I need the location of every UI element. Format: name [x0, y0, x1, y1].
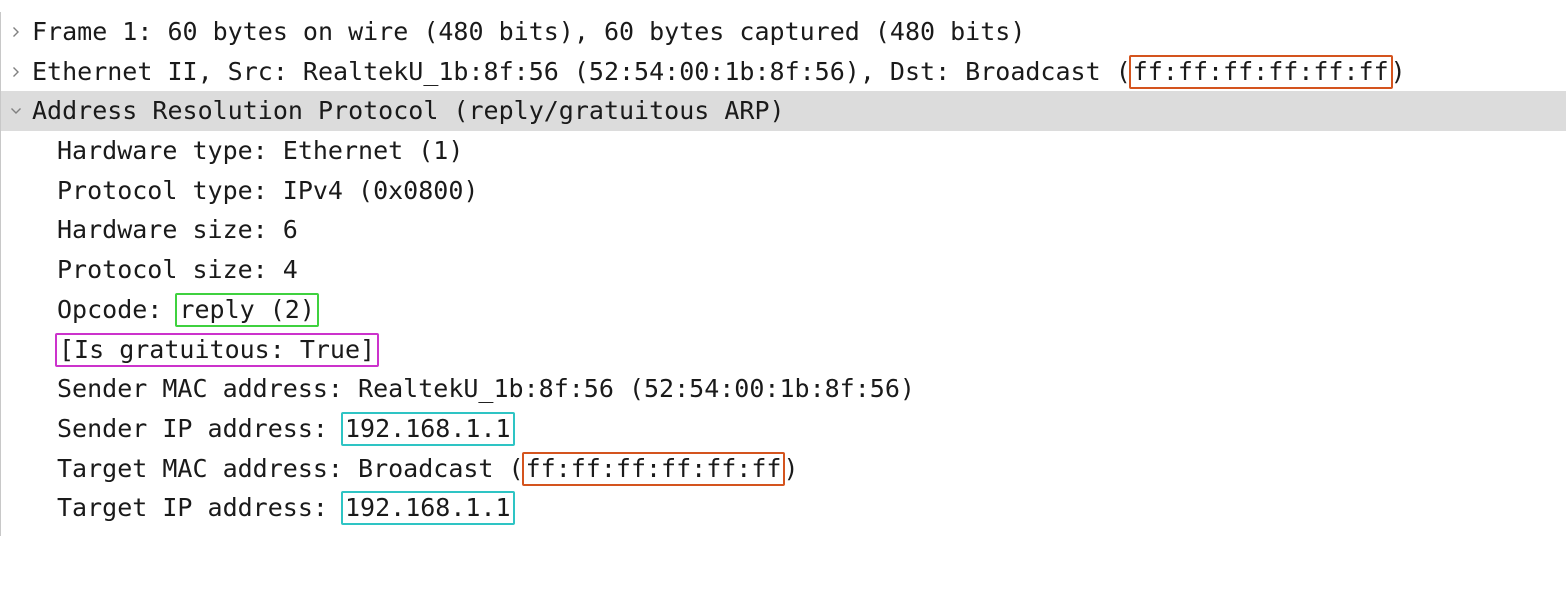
arp-field-hardware-type[interactable]: Hardware type: Ethernet (1) — [1, 131, 1566, 171]
arp-field-hardware-type-label: Hardware type: Ethernet (1) — [57, 136, 464, 166]
ethernet-prefix: Ethernet II, Src: RealtekU_1b:8f:56 (52:… — [32, 56, 1131, 86]
arp-field-target-mac[interactable]: Target MAC address: Broadcast (ff:ff:ff:… — [1, 449, 1566, 489]
arp-field-is-gratuitous[interactable]: [Is gratuitous: True] — [1, 330, 1566, 370]
arp-field-hardware-size-label: Hardware size: 6 — [57, 215, 298, 245]
target-mac-suffix: ) — [783, 453, 799, 483]
target-mac-highlight: ff:ff:ff:ff:ff:ff — [521, 451, 786, 486]
sender-ip-key: Sender IP address: — [57, 413, 343, 443]
opcode-value-highlight: reply (2) — [175, 292, 319, 327]
tree-item-frame-label: Frame 1: 60 bytes on wire (480 bits), 60… — [32, 17, 1026, 46]
opcode-key: Opcode: — [57, 294, 178, 324]
arp-field-sender-mac[interactable]: Sender MAC address: RealtekU_1b:8f:56 (5… — [1, 369, 1566, 409]
arp-field-opcode[interactable]: Opcode: reply (2) — [1, 290, 1566, 330]
arp-field-sender-ip-label: Sender IP address: 192.168.1.1 — [57, 409, 515, 449]
target-mac-key: Target MAC address: Broadcast ( — [57, 453, 524, 483]
arp-field-sender-ip[interactable]: Sender IP address: 192.168.1.1 — [1, 409, 1566, 449]
tree-item-arp[interactable]: Address Resolution Protocol (reply/gratu… — [1, 91, 1566, 132]
arp-field-protocol-type-label: Protocol type: IPv4 (0x0800) — [57, 175, 479, 205]
arp-field-target-ip[interactable]: Target IP address: 192.168.1.1 — [1, 488, 1566, 528]
arp-field-target-mac-label: Target MAC address: Broadcast (ff:ff:ff:… — [57, 449, 799, 489]
sender-ip-highlight: 192.168.1.1 — [340, 411, 515, 446]
arp-field-opcode-label: Opcode: reply (2) — [57, 290, 319, 330]
arp-field-is-gratuitous-label: [Is gratuitous: True] — [55, 330, 380, 370]
tree-item-frame[interactable]: Frame 1: 60 bytes on wire (480 bits), 60… — [1, 12, 1566, 52]
arp-field-target-ip-label: Target IP address: 192.168.1.1 — [57, 488, 515, 528]
arp-field-protocol-size-label: Protocol size: 4 — [57, 255, 298, 285]
arp-field-protocol-type[interactable]: Protocol type: IPv4 (0x0800) — [1, 171, 1566, 211]
target-ip-highlight: 192.168.1.1 — [340, 491, 515, 526]
chevron-right-icon[interactable] — [9, 12, 23, 52]
chevron-down-icon[interactable] — [9, 91, 23, 131]
chevron-right-icon[interactable] — [9, 52, 23, 92]
arp-field-hardware-size[interactable]: Hardware size: 6 — [1, 210, 1566, 250]
arp-field-protocol-size[interactable]: Protocol size: 4 — [1, 250, 1566, 290]
tree-item-ethernet[interactable]: Ethernet II, Src: RealtekU_1b:8f:56 (52:… — [1, 52, 1566, 92]
ethernet-suffix: ) — [1390, 56, 1406, 86]
target-ip-key: Target IP address: — [57, 493, 343, 523]
arp-field-sender-mac-label: Sender MAC address: RealtekU_1b:8f:56 (5… — [57, 374, 915, 404]
tree-item-ethernet-label: Ethernet II, Src: RealtekU_1b:8f:56 (52:… — [32, 52, 1406, 92]
packet-details-tree: Frame 1: 60 bytes on wire (480 bits), 60… — [1, 12, 1566, 528]
tree-item-arp-label: Address Resolution Protocol (reply/gratu… — [32, 96, 785, 126]
ethernet-dst-mac-highlight: ff:ff:ff:ff:ff:ff — [1128, 54, 1393, 89]
is-gratuitous-highlight: [Is gratuitous: True] — [55, 332, 380, 367]
packet-details-pane: Frame 1: 60 bytes on wire (480 bits), 60… — [0, 12, 1566, 536]
